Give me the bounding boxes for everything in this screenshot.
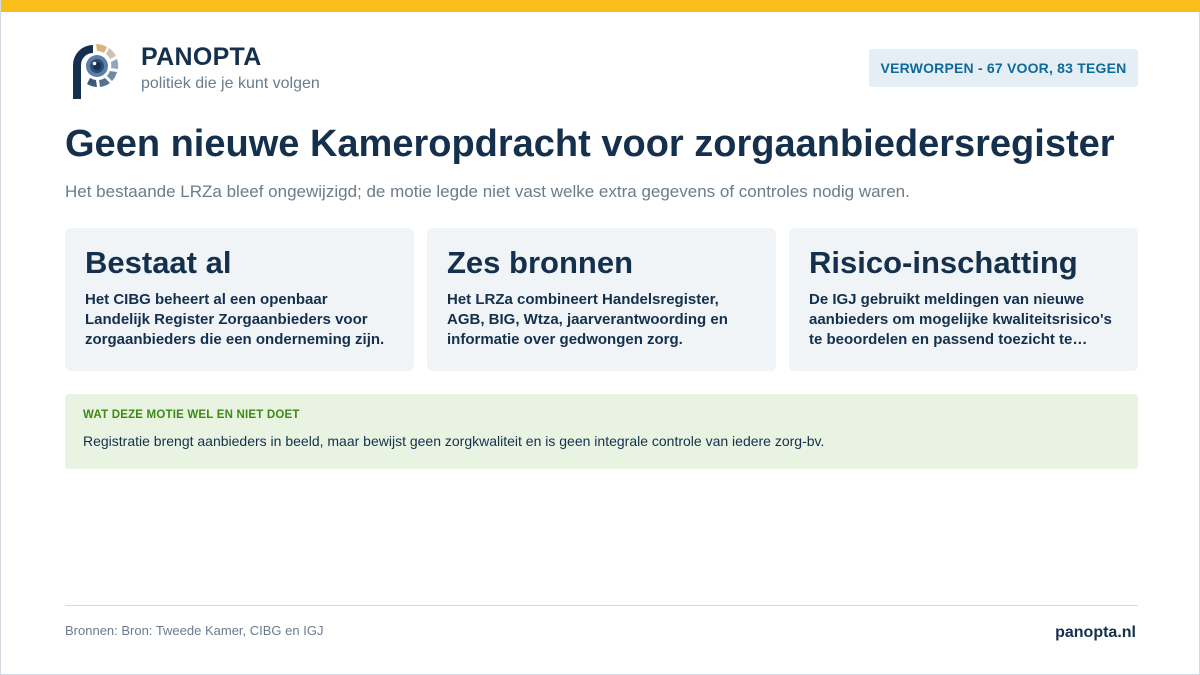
brand-name: PANOPTA [141,43,262,71]
page-subtitle: Het bestaande LRZa bleef ongewijzigd; de… [65,182,910,201]
fact-card-text: De IGJ gebruikt meldingen van nieuwe aan… [809,291,1112,348]
vote-status-badge: VERWORPEN - 67 VOOR, 83 TEGEN [869,49,1138,87]
panopta-eye-logo-icon [73,43,119,99]
fact-card: Zes bronnen Het LRZa combineert Handelsr… [427,228,776,371]
accent-top-bar [1,0,1200,12]
fact-card-title: Bestaat al [85,245,232,280]
share-card: PANOPTA politiek die je kunt volgen VERW… [0,0,1200,675]
fact-card-text: Het LRZa combineert Handelsregister, AGB… [447,291,728,348]
motion-note-heading: WAT DEZE MOTIE WEL EN NIET DOET [83,409,300,421]
brand-tagline: politiek die je kunt volgen [141,75,320,92]
fact-card-text: Het CIBG beheert al een openbaar Landeli… [85,291,385,348]
fact-card-title: Risico-inschatting [809,245,1078,280]
motion-note-text: Registratie brengt aanbieders in beeld, … [83,433,825,449]
motion-note-box: WAT DEZE MOTIE WEL EN NIET DOET Registra… [65,394,1138,469]
fact-card: Bestaat al Het CIBG beheert al een openb… [65,228,414,371]
footer-divider [65,605,1138,606]
footer-sources: Bronnen: Bron: Tweede Kamer, CIBG en IGJ [65,623,324,638]
page-title: Geen nieuwe Kameropdracht voor zorgaanbi… [65,123,1115,165]
fact-card-title: Zes bronnen [447,245,634,280]
fact-card: Risico-inschatting De IGJ gebruikt meldi… [789,228,1138,371]
footer-site-link[interactable]: panopta.nl [1055,623,1136,643]
